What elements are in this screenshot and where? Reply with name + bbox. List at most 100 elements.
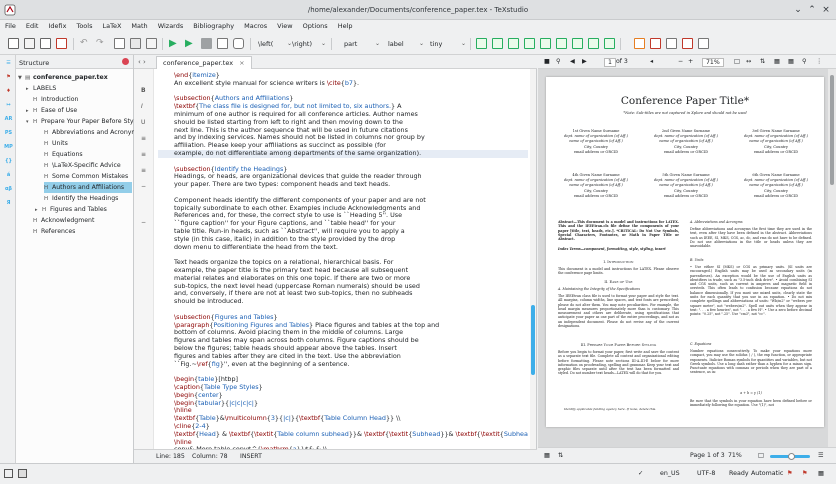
open-file-icon[interactable] [40,38,51,49]
editor-line[interactable]: should be introduced. [174,297,244,306]
italic-format-icon[interactable]: I [141,103,143,110]
menu-edit[interactable]: Edit [21,20,44,33]
tree-item-section[interactable]: H Acknowledgment [26,215,94,226]
menu-math[interactable]: Math [126,20,152,33]
more-options-icon[interactable]: ⋮ [816,58,822,65]
align-center-icon[interactable]: ≡ [141,151,146,158]
table-lines-icon[interactable] [588,38,599,49]
copy-icon[interactable] [114,38,125,49]
editor-scrollbar[interactable] [530,69,536,449]
editor-line[interactable]: down menu to differentiate the head from… [174,243,338,252]
scrollbar-thumb[interactable] [830,75,834,185]
new-from-template-icon[interactable] [24,38,35,49]
magnifier-icon[interactable]: ⚲ [802,58,807,65]
zoom-in-icon[interactable]: + [688,58,693,65]
viewer-sidebar-icon[interactable]: ▦ [544,452,550,459]
table-add-row-icon[interactable] [492,38,503,49]
table-add-column-icon[interactable] [508,38,519,49]
insert-list-icon[interactable] [698,38,709,49]
menu-bibliography[interactable]: Bibliography [188,20,239,33]
editor-line[interactable]: An excellent style manual for science wr… [174,79,359,88]
editor-line[interactable]: \textbf{Head} & \textbf{\textit{Table co… [174,430,528,439]
structure-tab-icon[interactable]: ☰ [4,59,13,67]
ps-tab-icon[interactable]: PS [4,129,13,137]
editor-line[interactable]: ``Fig.~\ref{fig}'', even at the beginnin… [174,360,349,369]
tree-item-section[interactable]: H References [26,226,75,237]
tree-item-subsection[interactable]: H Units [44,138,68,149]
tree-item-section[interactable]: ▸ H Ease of Use [26,105,77,116]
font-size-combo[interactable]: tiny ⌄ [430,38,466,50]
tree-item-subsection[interactable]: ▸ H Figures and Tables [35,204,107,215]
symbols-tab-icon[interactable]: ♦ [4,87,13,95]
menu-file[interactable]: File [0,20,21,33]
minimize-icon[interactable]: ⌄ [792,4,804,16]
tree-item-subsection-selected[interactable]: H Authors and Affiliations [44,182,132,193]
cyrillic-tab-icon[interactable]: Я [4,199,13,207]
close-tab-icon[interactable]: × [239,59,244,67]
relation-tab-icon[interactable]: ↦ [4,101,13,109]
continuous-icon[interactable]: ▦ [774,58,780,65]
editor-text-area[interactable]: \end{itemize} An excellent style manual f… [158,69,528,449]
table-remove-column-icon[interactable] [540,38,551,49]
tree-item-labels[interactable]: ▸ LABELS [26,83,56,94]
first-page-icon[interactable]: ◂ [650,58,653,65]
tree-item-document[interactable]: ▼ ▤ conference_paper.tex [18,72,108,83]
tree-item-subsection[interactable]: H Some Common Mistakes [44,171,128,182]
accents-tab-icon[interactable]: á [4,171,13,179]
grammar-icon[interactable]: ▦ [818,470,824,477]
right-delimiter-combo[interactable]: \right) ⌄ [292,38,326,50]
compile-icon[interactable]: ▶ [185,38,196,49]
tree-item-section[interactable]: H Introduction [26,94,78,105]
pdf-page[interactable]: Conference Paper Title* *Note: Sub-title… [546,77,824,427]
fold-marker-icon[interactable]: − [141,183,146,190]
menu-view[interactable]: View [272,20,297,33]
viewer-prev-icon[interactable]: ◀ [570,58,575,65]
viewer-next-icon[interactable]: ▶ [582,58,587,65]
sync-icon[interactable]: ⇅ [760,58,765,65]
page-input[interactable]: 1 [604,58,616,67]
cut-icon[interactable] [130,38,141,49]
tree-item-subsection[interactable]: H Abbreviations and Acronyms [44,127,141,138]
tab-nav-arrows-icon[interactable]: ‹ › [138,58,146,66]
fit-page-icon[interactable]: □ [734,58,740,65]
viewer-toc-icon[interactable]: ■ [544,58,550,65]
ar-tab-icon[interactable]: AR [4,115,13,123]
editor-line[interactable]: your paper. There are two types: compone… [174,180,390,189]
menu-help[interactable]: Help [333,20,358,33]
menu-macros[interactable]: Macros [239,20,272,33]
viewer-scrollbar[interactable] [828,69,836,447]
fold-marker-icon[interactable]: − [141,219,146,226]
menu-latex[interactable]: LaTeX [97,20,126,33]
greek-tab-icon[interactable]: αβ [4,185,13,193]
underline-format-icon[interactable]: U [141,119,145,126]
undo-icon[interactable]: ↶ [80,38,91,49]
zoom-slider-handle[interactable] [788,453,795,460]
tab-conference-paper[interactable]: conference_paper.tex × [156,56,252,69]
insert-figure-icon[interactable] [650,38,661,49]
menu-idefix[interactable]: Idefix [43,20,71,33]
view-pdf-icon[interactable] [217,38,228,49]
scrollbar-thumb[interactable] [531,305,535,375]
build-view-icon[interactable]: ▶ [169,38,180,49]
paste-icon[interactable] [146,38,157,49]
table-icon[interactable] [476,38,487,49]
viewer-menu-icon[interactable]: ☰ [818,452,824,459]
spellcheck-icon[interactable]: ✓ [638,470,643,477]
bookmark-icon[interactable]: ⚑ [787,470,793,477]
save-icon[interactable] [56,38,67,49]
table-remove-row-icon[interactable] [524,38,535,49]
maximize-icon[interactable]: ⌃ [806,4,818,16]
menu-tools[interactable]: Tools [71,20,97,33]
menu-options[interactable]: Options [298,20,333,33]
fit-page-icon[interactable]: □ [758,452,764,459]
tree-item-subsection[interactable]: H \LaTeX-Specific Advice [44,160,121,171]
left-delimiter-combo[interactable]: \left(⌄ [258,38,292,50]
align-left-icon[interactable]: ≡ [141,135,146,142]
mode-indicator[interactable]: Automatic [751,470,783,477]
zoom-level-input[interactable]: 71% [702,58,724,67]
encoding-indicator[interactable]: UTF-8 [697,470,715,477]
zoom-out-icon[interactable]: − [678,58,683,65]
image-icon[interactable] [634,38,645,49]
table-cells-icon[interactable] [572,38,583,49]
fit-width-icon[interactable]: ↔ [746,58,751,65]
